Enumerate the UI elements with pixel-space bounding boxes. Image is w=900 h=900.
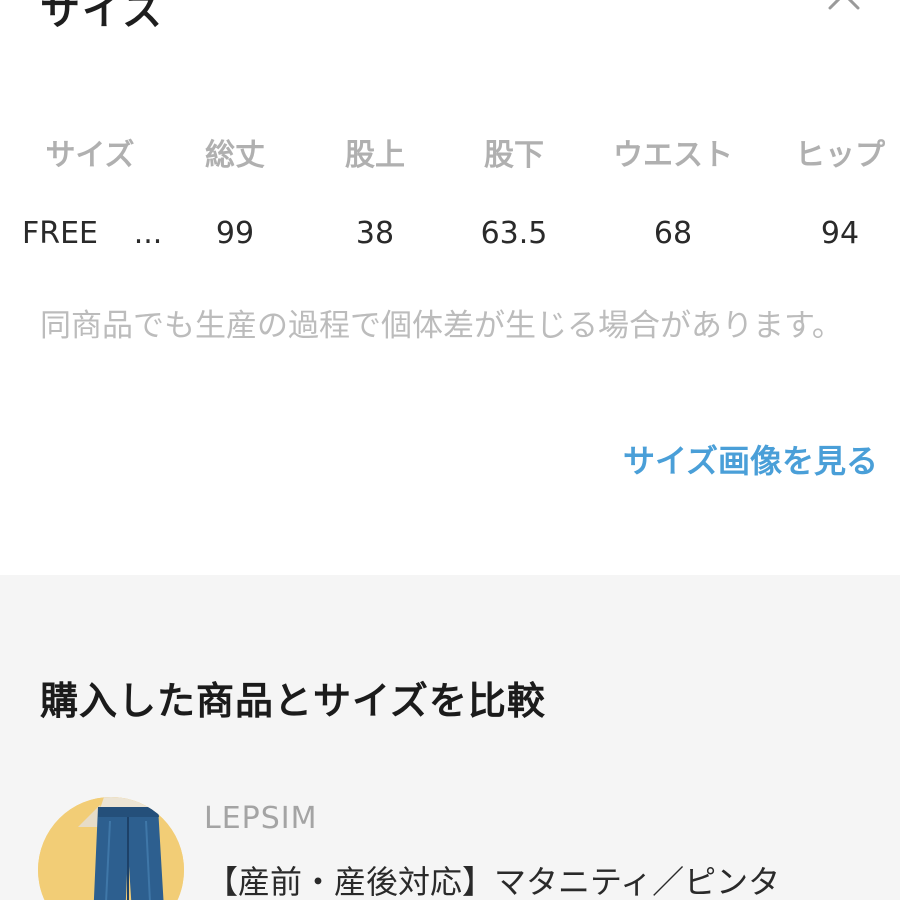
product-brand: LEPSIM: [204, 801, 318, 836]
col-header-inseam: 股下: [484, 138, 544, 173]
cell-hip: 94: [820, 216, 860, 251]
close-icon: [828, 0, 860, 10]
product-thumbnail[interactable]: [38, 797, 184, 900]
size-panel: サイズ サイズ 総丈 股上 股下 ウエスト ヒップ FREE ... 99 38…: [0, 0, 900, 575]
col-header-waist: ウエスト: [613, 138, 733, 173]
col-header-total-length: 総丈: [205, 138, 265, 173]
size-variation-note: 同商品でも生産の過程で個体差が生じる場合があります。: [40, 308, 843, 344]
view-size-image-link[interactable]: サイズ画像を見る: [623, 436, 878, 482]
col-header-size: サイズ: [45, 138, 135, 173]
size-table: サイズ 総丈 股上 股下 ウエスト ヒップ FREE ... 99 38 63.…: [0, 130, 900, 272]
col-header-hip: ヒップ: [795, 138, 885, 173]
size-table-header-row: サイズ 総丈 股上 股下 ウエスト ヒップ: [0, 130, 900, 186]
cell-total-length: 99: [215, 216, 255, 251]
close-button[interactable]: [822, 0, 866, 12]
cell-size: FREE: [22, 216, 99, 251]
compare-section: 購入した商品とサイズを比較 LEPSIM 【産前・産後対応】マタニティ／ピンタ: [0, 575, 900, 900]
jeans-image: [38, 797, 184, 900]
product-name[interactable]: 【産前・産後対応】マタニティ／ピンタ: [206, 857, 780, 900]
compare-heading: 購入した商品とサイズを比較: [40, 679, 546, 723]
cell-waist: 68: [653, 216, 693, 251]
table-row: FREE ... 99 38 63.5 68 94: [0, 216, 900, 272]
cell-ellipsis: ...: [133, 216, 163, 251]
cell-inseam: 63.5: [480, 216, 548, 251]
col-header-rise: 股上: [345, 138, 405, 173]
cell-rise: 38: [355, 216, 395, 251]
page-title: サイズ: [40, 0, 165, 34]
